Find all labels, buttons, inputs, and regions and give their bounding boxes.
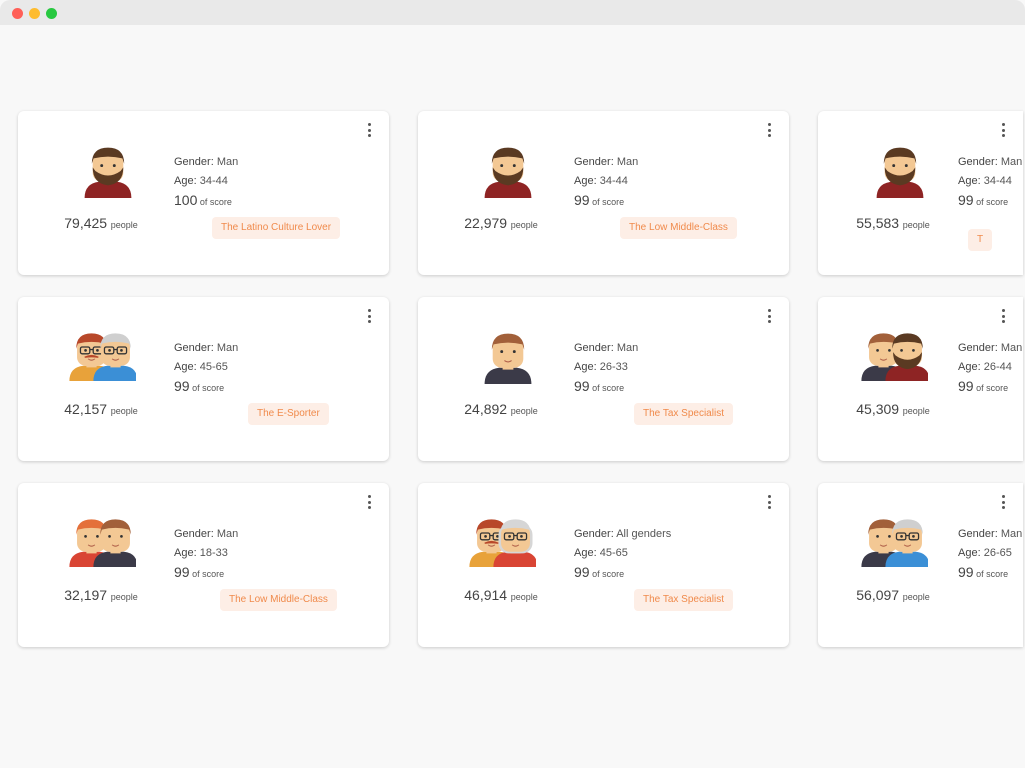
gender-line: Gender: Man [958, 156, 1023, 168]
persona-info: Gender: Man Age: 34-44 99 of score [574, 153, 638, 212]
persona-card[interactable]: 32,197 people Gender: Man Age: 18-33 99 … [18, 483, 389, 647]
young-and-grey-man-pair-avatar-icon [861, 519, 928, 568]
people-count: 32,197 people [64, 587, 138, 603]
score-line: 99 of score [958, 378, 1009, 394]
more-options-icon[interactable] [765, 495, 773, 509]
gender-line: Gender: Man [174, 528, 239, 540]
ginger-and-young-man-pair-avatar-icon [69, 519, 136, 568]
people-count: 22,979 people [464, 215, 538, 231]
close-window-button[interactable] [12, 8, 23, 19]
age-line: Age: 34-44 [174, 175, 228, 187]
bearded-man-avatar-icon [484, 147, 532, 198]
age-line: Age: 26-33 [574, 361, 628, 373]
people-count: 56,097 people [856, 587, 930, 603]
age-line: Age: 34-44 [958, 175, 1012, 187]
persona-tag[interactable]: The Low Middle-Class [220, 589, 337, 611]
score-line: 99 of score [958, 564, 1009, 580]
persona-info: Gender: Man Age: 18-33 99 of score [174, 525, 238, 584]
persona-tag[interactable]: The Tax Specialist [634, 589, 733, 611]
score-line: 99 of score [574, 192, 625, 208]
score-line: 99 of score [174, 564, 225, 580]
redhead-and-grey-man-pair-avatar-icon [69, 333, 136, 382]
age-line: Age: 26-65 [958, 547, 1012, 559]
persona-info: Gender: Man Age: 34-44 100 of score [174, 153, 238, 212]
score-line: 99 of score [574, 564, 625, 580]
people-count: 79,425 people [64, 215, 138, 231]
score-line: 100 of score [174, 192, 232, 208]
people-count: 46,914 people [464, 587, 538, 603]
window-titlebar [0, 0, 1025, 25]
persona-card[interactable]: 46,914 people Gender: All genders Age: 4… [418, 483, 789, 647]
score-line: 99 of score [174, 378, 225, 394]
persona-tag[interactable]: The Low Middle-Class [620, 217, 737, 239]
persona-card[interactable]: 45,309 people Gender: Man Age: 26-44 99 … [818, 297, 1023, 461]
persona-tag[interactable]: The E-Sporter [248, 403, 329, 425]
persona-card[interactable]: 79,425 people Gender: Man Age: 34-44 100… [18, 111, 389, 275]
persona-card[interactable]: 24,892 people Gender: Man Age: 26-33 99 … [418, 297, 789, 461]
persona-tag[interactable]: The Tax Specialist [634, 403, 733, 425]
persona-tag[interactable]: The Latino Culture Lover [212, 217, 341, 239]
score-line: 99 of score [574, 378, 625, 394]
persona-info: Gender: Man Age: 26-65 99 of score [958, 525, 1022, 584]
persona-card[interactable]: 55,583 people Gender: Man Age: 34-44 99 … [818, 111, 1023, 275]
gender-line: Gender: Man [174, 342, 239, 354]
age-line: Age: 45-65 [574, 547, 628, 559]
persona-card[interactable]: 56,097 people Gender: Man Age: 26-65 99 … [818, 483, 1023, 647]
more-options-icon[interactable] [999, 309, 1007, 323]
age-line: Age: 26-44 [958, 361, 1012, 373]
young-man-avatar-icon [484, 333, 532, 384]
more-options-icon[interactable] [765, 123, 773, 137]
more-options-icon[interactable] [999, 123, 1007, 137]
age-line: Age: 34-44 [574, 175, 628, 187]
minimize-window-button[interactable] [29, 8, 40, 19]
persona-tag[interactable]: T [968, 229, 993, 251]
gender-line: Gender: Man [574, 156, 639, 168]
gender-line: Gender: Man [574, 342, 639, 354]
gender-line: Gender: Man [958, 528, 1023, 540]
persona-card[interactable]: 22,979 people Gender: Man Age: 34-44 99 … [418, 111, 789, 275]
more-options-icon[interactable] [365, 123, 373, 137]
persona-info: Gender: Man Age: 34-44 99 of score [958, 153, 1022, 212]
persona-info: Gender: Man Age: 26-44 99 of score [958, 339, 1022, 398]
age-line: Age: 45-65 [174, 361, 228, 373]
persona-info: Gender: All genders Age: 45-65 99 of sco… [574, 525, 671, 584]
persona-info: Gender: Man Age: 45-65 99 of score [174, 339, 238, 398]
people-count: 24,892 people [464, 401, 538, 417]
more-options-icon[interactable] [999, 495, 1007, 509]
age-line: Age: 18-33 [174, 547, 228, 559]
score-line: 99 of score [958, 192, 1009, 208]
gender-line: Gender: Man [958, 342, 1023, 354]
more-options-icon[interactable] [365, 495, 373, 509]
gender-line: Gender: Man [174, 156, 239, 168]
persona-info: Gender: Man Age: 26-33 99 of score [574, 339, 638, 398]
more-options-icon[interactable] [765, 309, 773, 323]
man-and-grey-woman-pair-avatar-icon [469, 519, 536, 568]
persona-card[interactable]: 42,157 people Gender: Man Age: 45-65 99 … [18, 297, 389, 461]
gender-line: Gender: All genders [574, 528, 672, 540]
bearded-man-avatar-icon [84, 147, 132, 198]
people-count: 42,157 people [64, 401, 138, 417]
people-count: 45,309 people [856, 401, 930, 417]
people-count: 55,583 people [856, 215, 930, 231]
young-and-bearded-man-pair-avatar-icon [861, 333, 928, 382]
more-options-icon[interactable] [365, 309, 373, 323]
bearded-man-avatar-icon [876, 147, 924, 198]
maximize-window-button[interactable] [46, 8, 57, 19]
